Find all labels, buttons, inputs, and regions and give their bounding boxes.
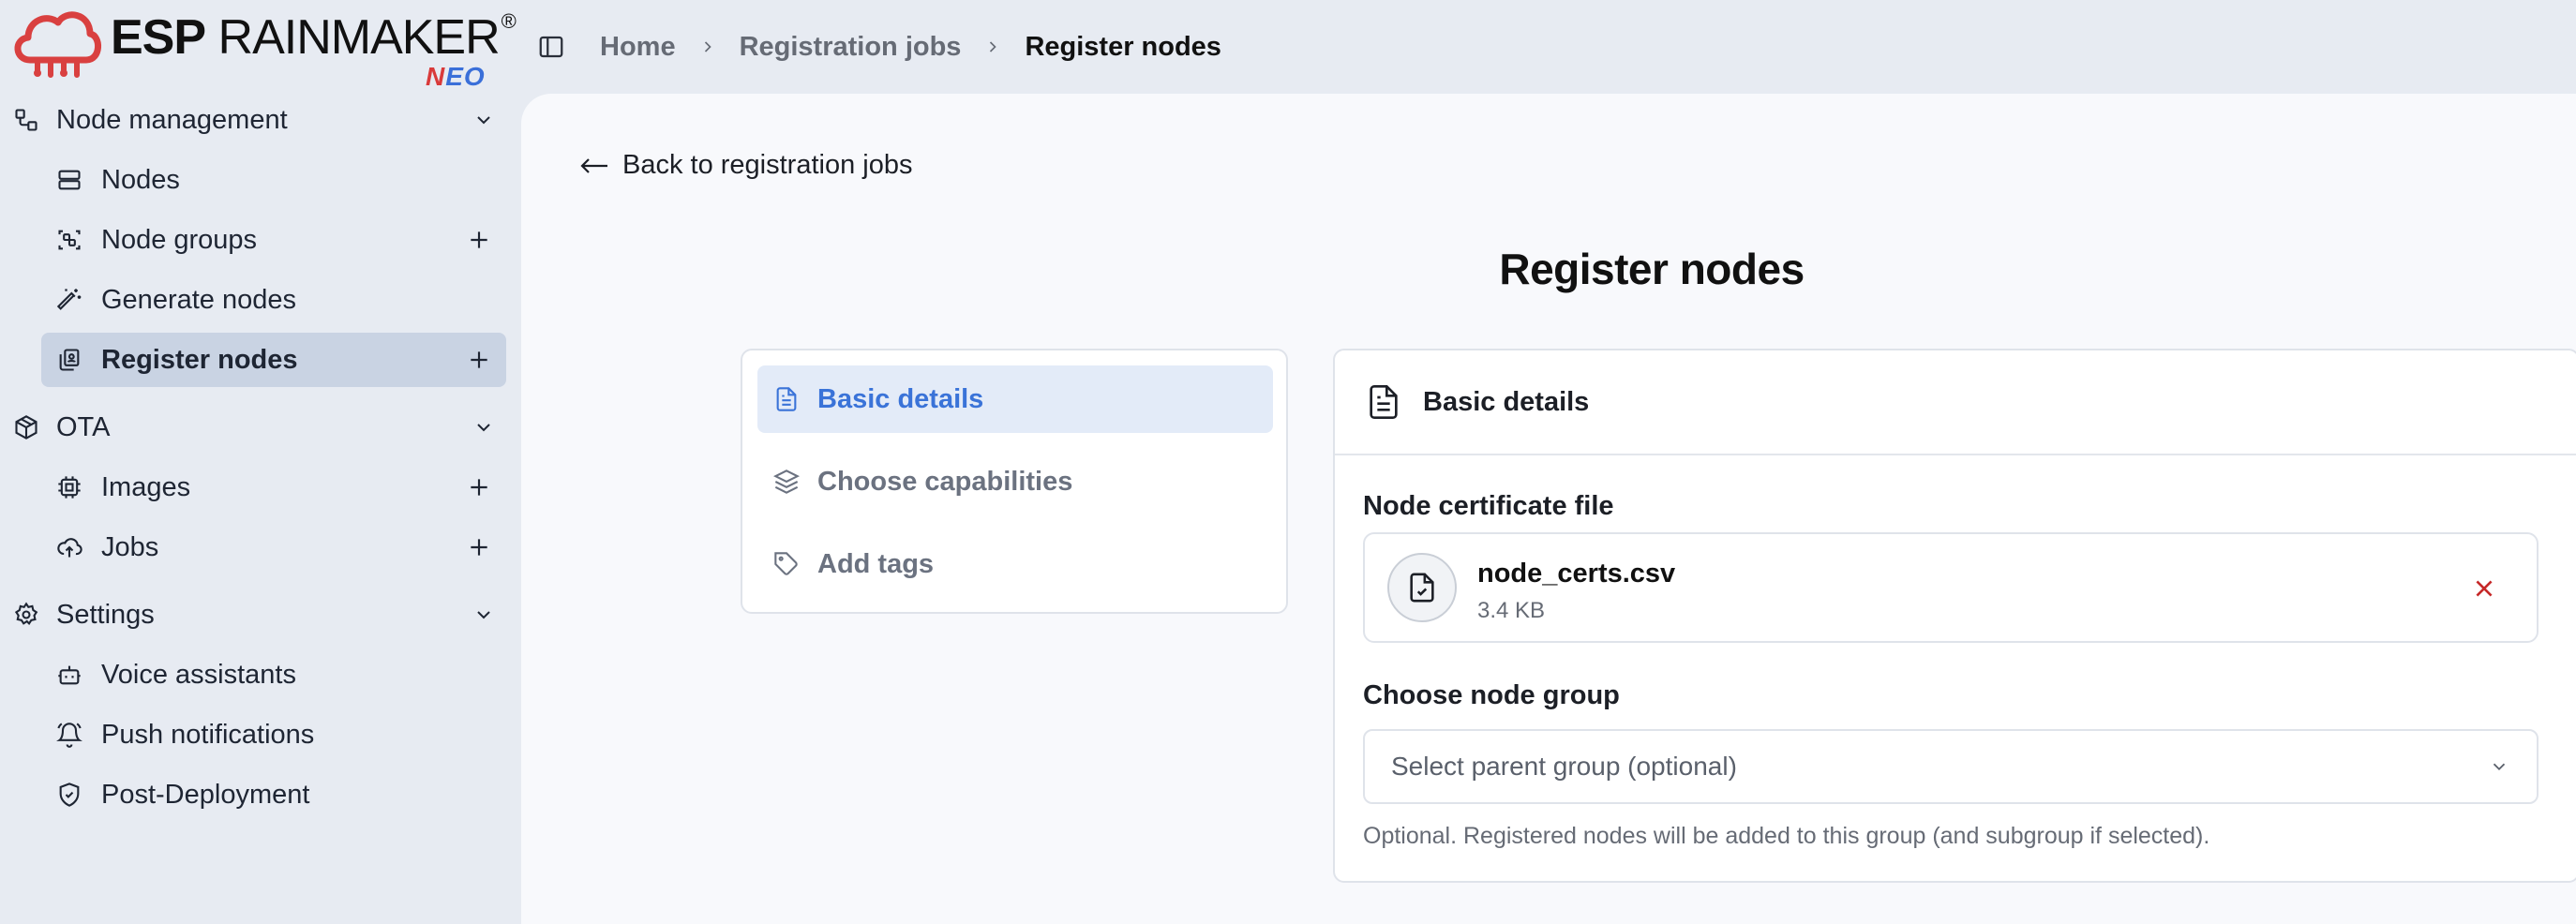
arrow-left-icon [580, 157, 607, 173]
sidebar-item-label: Push notifications [101, 719, 315, 750]
brand-name: ESP RAINMAKER® [111, 9, 517, 65]
file-size: 3.4 KB [1477, 598, 1546, 623]
sidebar-item-register-nodes[interactable]: Register nodes [41, 333, 506, 387]
cloud-upload-icon [54, 532, 84, 562]
node-management-icon [11, 105, 41, 135]
cert-file-label: Node certificate file [1363, 491, 1614, 521]
add-job-button[interactable] [463, 531, 495, 563]
card-header: Basic details [1335, 350, 2576, 455]
sidebar-item-label: Images [101, 471, 191, 502]
select-placeholder: Select parent group (optional) [1391, 752, 1737, 781]
sidebar-item-label: Post-Deployment [101, 779, 310, 810]
group-icon [54, 225, 84, 255]
step-label: Basic details [817, 383, 984, 414]
chevron-down-icon[interactable] [469, 600, 499, 630]
chevron-right-icon [698, 37, 717, 56]
tag-icon [771, 548, 802, 580]
chevron-right-icon [983, 37, 1002, 56]
basic-details-card: Basic details Node certificate file node… [1333, 349, 2576, 883]
sidebar-item-post-deployment[interactable]: Post-Deployment [41, 768, 506, 822]
document-icon [771, 383, 802, 415]
register-icon [54, 345, 84, 375]
sidebar-item-node-groups[interactable]: Node groups [41, 213, 506, 267]
sidebar-item-label: Voice assistants [101, 659, 296, 690]
sidebar-item-push-notifications[interactable]: Push notifications [41, 708, 506, 762]
file-name: node_certs.csv [1477, 559, 1676, 589]
node-group-hint: Optional. Registered nodes will be added… [1363, 823, 2210, 849]
section-settings[interactable]: Settings [11, 589, 508, 641]
add-register-nodes-button[interactable] [463, 344, 495, 376]
step-basic-details[interactable]: Basic details [757, 365, 1273, 433]
shield-icon [54, 780, 84, 810]
remove-file-button[interactable] [2465, 570, 2503, 607]
document-icon [1363, 381, 1404, 423]
chip-icon [54, 472, 84, 502]
step-label: Choose capabilities [817, 466, 1073, 497]
page-title: Register nodes [1499, 245, 1805, 293]
stepper: Basic details Choose capabilities Add ta… [741, 349, 1288, 614]
section-node-management[interactable]: Node management [11, 94, 508, 146]
server-icon [54, 165, 84, 195]
sidebar-item-label: Register nodes [101, 344, 298, 375]
breadcrumb-current: Register nodes [1025, 31, 1221, 62]
uploaded-file: node_certs.csv 3.4 KB [1363, 532, 2539, 643]
brand-logo[interactable]: ESP RAINMAKER® NEO [9, 4, 517, 91]
sidebar-item-label: Jobs [101, 531, 159, 562]
chevron-down-icon[interactable] [469, 412, 499, 442]
chevron-down-icon [2484, 752, 2514, 782]
back-link-label: Back to registration jobs [622, 150, 913, 180]
cloud-logo-icon [14, 11, 101, 78]
sidebar-item-voice-assistants[interactable]: Voice assistants [41, 648, 506, 702]
sidebar-item-label: Generate nodes [101, 284, 296, 315]
step-label: Add tags [817, 548, 935, 579]
section-ota[interactable]: OTA [11, 401, 508, 454]
file-check-icon [1387, 553, 1457, 622]
sidebar: ESP RAINMAKER® NEO Node management Nodes… [0, 0, 521, 924]
breadcrumb-registration-jobs[interactable]: Registration jobs [740, 32, 962, 63]
section-label: Node management [56, 104, 288, 135]
gear-icon [11, 600, 41, 630]
breadcrumb: Home Registration jobs Register nodes [600, 32, 1221, 63]
bot-icon [54, 660, 84, 690]
section-label: Settings [56, 599, 155, 630]
step-add-tags[interactable]: Add tags [757, 530, 1273, 598]
add-node-group-button[interactable] [463, 224, 495, 256]
bell-icon [54, 720, 84, 750]
breadcrumb-home[interactable]: Home [600, 32, 676, 63]
section-label: OTA [56, 411, 111, 442]
brand-sub: NEO [426, 62, 486, 91]
sidebar-item-nodes[interactable]: Nodes [41, 153, 506, 207]
sidebar-toggle-icon[interactable] [529, 24, 574, 69]
sidebar-item-jobs[interactable]: Jobs [41, 520, 506, 574]
magic-wand-icon [54, 285, 84, 315]
sidebar-item-label: Nodes [101, 164, 180, 195]
layers-icon [771, 466, 802, 498]
add-image-button[interactable] [463, 471, 495, 503]
sidebar-item-label: Node groups [101, 224, 258, 255]
back-link[interactable]: Back to registration jobs [579, 150, 912, 181]
sidebar-item-generate-nodes[interactable]: Generate nodes [41, 273, 506, 327]
topbar: Home Registration jobs Register nodes [521, 0, 2576, 94]
step-choose-capabilities[interactable]: Choose capabilities [757, 448, 1273, 515]
chevron-down-icon[interactable] [469, 105, 499, 135]
sidebar-item-images[interactable]: Images [41, 460, 506, 514]
main-content: Back to registration jobs Register nodes… [521, 94, 2576, 924]
node-group-select[interactable]: Select parent group (optional) [1363, 729, 2539, 804]
node-group-label: Choose node group [1363, 680, 1620, 710]
card-title: Basic details [1423, 386, 1590, 417]
package-icon [11, 412, 41, 442]
